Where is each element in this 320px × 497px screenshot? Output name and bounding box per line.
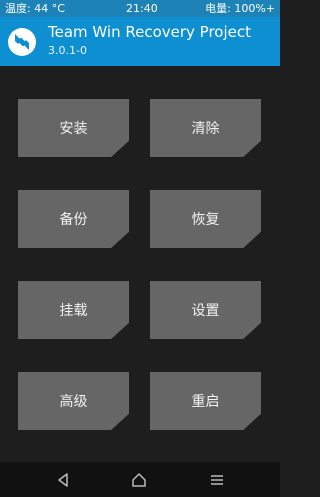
settings-button[interactable]: 设置	[150, 281, 261, 339]
wipe-button[interactable]: 清除	[150, 99, 261, 157]
app-header: Team Win Recovery Project 3.0.1-0	[0, 17, 280, 66]
back-icon[interactable]	[55, 472, 71, 488]
main-menu: 安装 清除 备份 恢复 挂载 设置 高级 重启	[0, 66, 280, 462]
temperature-status: 温度: 44 °C	[5, 2, 65, 15]
menu-icon[interactable]	[209, 472, 225, 488]
install-button[interactable]: 安装	[18, 99, 129, 157]
advanced-button[interactable]: 高级	[18, 372, 129, 430]
navigation-bar	[0, 462, 280, 497]
twrp-logo-icon	[8, 28, 36, 56]
mount-button[interactable]: 挂载	[18, 281, 129, 339]
app-version: 3.0.1-0	[48, 44, 87, 57]
home-icon[interactable]	[131, 472, 147, 488]
app-title: Team Win Recovery Project	[48, 23, 251, 41]
reboot-button[interactable]: 重启	[150, 372, 261, 430]
backup-button[interactable]: 备份	[18, 190, 129, 248]
restore-button[interactable]: 恢复	[150, 190, 261, 248]
status-bar: 温度: 44 °C 21:40 电量: 100%+	[0, 0, 280, 17]
battery-status: 电量: 100%+	[205, 2, 275, 15]
clock: 21:40	[126, 2, 158, 15]
